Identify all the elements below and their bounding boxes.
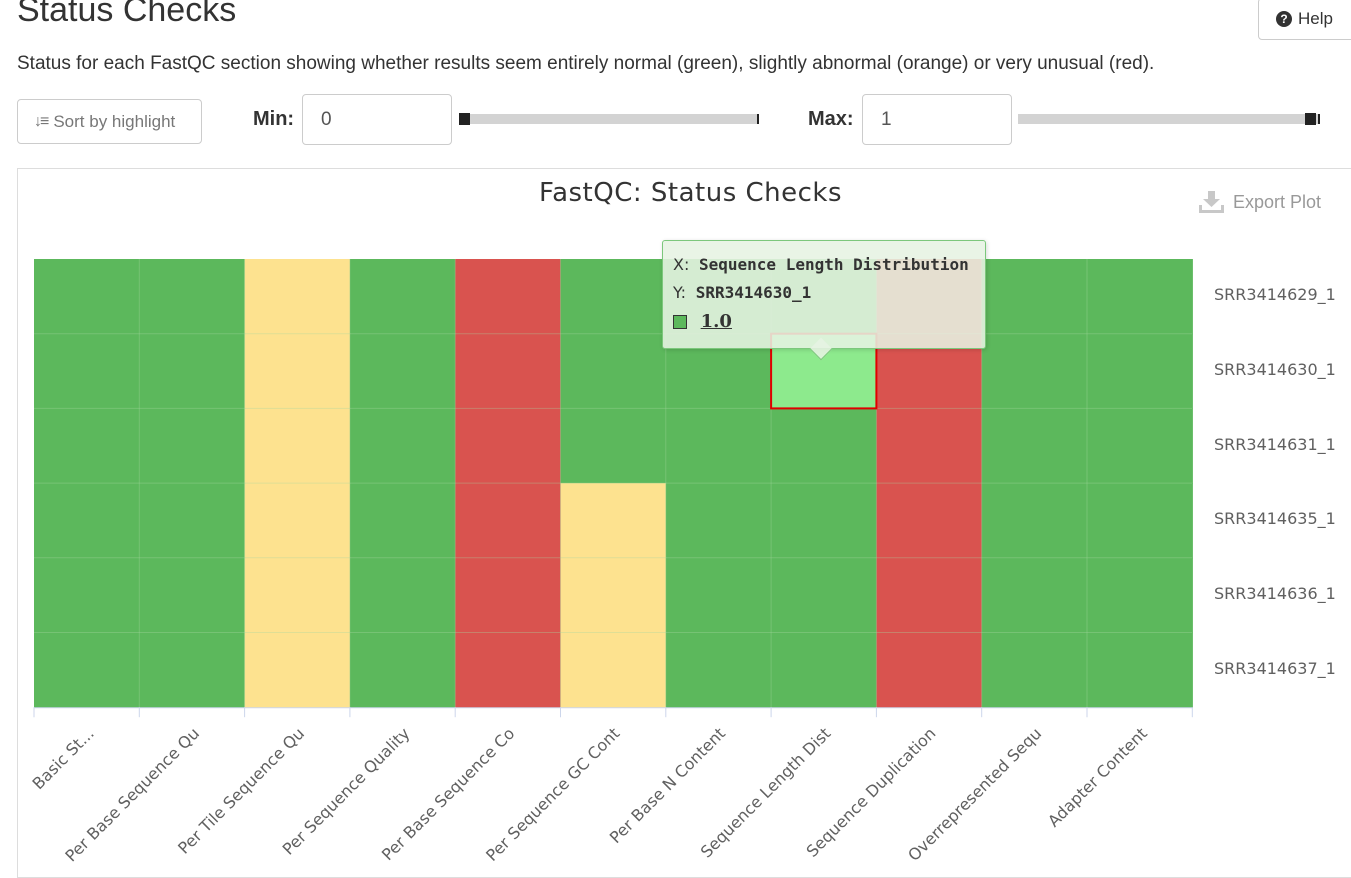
heatmap-cell-1-4[interactable] xyxy=(455,333,562,409)
tooltip-value: 1.0 xyxy=(700,311,732,332)
cell-tooltip: X: Sequence Length Distribution Y: SRR34… xyxy=(662,240,986,361)
heatmap-cell-4-6[interactable] xyxy=(665,557,772,634)
heatmap-cell-2-9[interactable] xyxy=(981,408,1088,484)
heatmap-cell-0-9[interactable] xyxy=(981,259,1088,335)
heatmap-cell-4-9[interactable] xyxy=(981,557,1088,634)
heatmap-cell-5-9[interactable] xyxy=(981,632,1088,708)
heatmap-cell-2-6[interactable] xyxy=(665,408,772,484)
heatmap-cell-2-0[interactable] xyxy=(34,408,140,484)
y-tick-label: SRR3414629_1 xyxy=(1214,285,1336,305)
heatmap-cell-0-2[interactable] xyxy=(244,259,351,335)
heatmap-cell-4-2[interactable] xyxy=(244,557,351,634)
heatmap-cell-2-1[interactable] xyxy=(139,408,246,484)
heatmap-cell-5-2[interactable] xyxy=(244,632,351,708)
heatmap-cell-3-4[interactable] xyxy=(455,483,562,559)
heatmap-cell-1-1[interactable] xyxy=(139,333,246,409)
heatmap-cell-1-10[interactable] xyxy=(1087,333,1193,409)
heatmap-cell-5-7[interactable] xyxy=(771,632,877,708)
heatmap-cell-2-10[interactable] xyxy=(1087,408,1193,484)
tooltip-x-value: Sequence Length Distribution xyxy=(699,255,969,274)
heatmap-cell-4-8[interactable] xyxy=(876,557,983,634)
y-tick-label: SRR3414637_1 xyxy=(1214,658,1336,678)
heatmap-cell-3-6[interactable] xyxy=(665,483,772,559)
heatmap-cell-3-1[interactable] xyxy=(139,483,246,559)
heatmap-cell-2-8[interactable] xyxy=(876,408,983,484)
heatmap-cell-3-7[interactable] xyxy=(771,483,877,559)
heatmap-cell-3-3[interactable] xyxy=(349,483,456,559)
heatmap-cell-5-6[interactable] xyxy=(665,632,772,708)
heatmap-cell-1-0[interactable] xyxy=(34,333,140,409)
heatmap-cell-2-4[interactable] xyxy=(455,408,562,484)
tooltip-color-swatch xyxy=(673,315,687,329)
y-tick-label: SRR3414635_1 xyxy=(1214,509,1336,529)
heatmap-cell-1-2[interactable] xyxy=(244,333,351,409)
heatmap-cell-5-8[interactable] xyxy=(876,632,983,708)
heatmap-cell-5-0[interactable] xyxy=(34,632,140,708)
y-tick-label: SRR3414636_1 xyxy=(1214,584,1336,604)
y-tick-label: SRR3414631_1 xyxy=(1214,434,1336,454)
heatmap-cell-0-0[interactable] xyxy=(34,259,140,335)
heatmap-cell-4-4[interactable] xyxy=(455,557,562,634)
heatmap-cell-3-2[interactable] xyxy=(244,483,351,559)
heatmap-cell-0-4[interactable] xyxy=(455,259,562,335)
heatmap-cell-4-5[interactable] xyxy=(560,557,667,634)
heatmap-cell-5-5[interactable] xyxy=(560,632,667,708)
heatmap-cell-4-0[interactable] xyxy=(34,557,140,634)
tooltip-y-key: Y: xyxy=(673,283,687,302)
heatmap-cell-5-3[interactable] xyxy=(349,632,456,708)
status-heatmap xyxy=(33,259,1193,718)
heatmap-cell-3-0[interactable] xyxy=(34,483,140,559)
heatmap-cell-5-10[interactable] xyxy=(1087,632,1193,708)
heatmap-cell-5-4[interactable] xyxy=(455,632,562,708)
heatmap-cell-1-9[interactable] xyxy=(981,333,1088,409)
heatmap-cell-0-1[interactable] xyxy=(139,259,246,335)
heatmap-cell-2-3[interactable] xyxy=(349,408,456,484)
heatmap-cell-4-3[interactable] xyxy=(349,557,456,634)
heatmap-cell-0-10[interactable] xyxy=(1087,259,1193,335)
heatmap-cell-3-10[interactable] xyxy=(1087,483,1193,559)
heatmap-cell-0-5[interactable] xyxy=(560,259,667,335)
heatmap-cell-3-8[interactable] xyxy=(876,483,983,559)
heatmap-cell-4-10[interactable] xyxy=(1087,557,1193,634)
tooltip-x-key: X: xyxy=(673,255,690,274)
y-tick-label: SRR3414630_1 xyxy=(1214,360,1336,380)
heatmap-cell-1-5[interactable] xyxy=(560,333,667,409)
heatmap-cell-0-3[interactable] xyxy=(349,259,456,335)
tooltip-y-value: SRR3414630_1 xyxy=(695,283,812,302)
heatmap-cell-2-5[interactable] xyxy=(560,408,667,484)
heatmap-cell-3-5[interactable] xyxy=(560,483,667,559)
heatmap-cell-2-7[interactable] xyxy=(771,408,877,484)
heatmap-cell-4-7[interactable] xyxy=(771,557,877,634)
heatmap-cell-5-1[interactable] xyxy=(139,632,246,708)
heatmap-cell-3-9[interactable] xyxy=(981,483,1088,559)
heatmap-cell-1-3[interactable] xyxy=(349,333,456,409)
heatmap-cell-2-2[interactable] xyxy=(244,408,351,484)
heatmap-cell-4-1[interactable] xyxy=(139,557,246,634)
